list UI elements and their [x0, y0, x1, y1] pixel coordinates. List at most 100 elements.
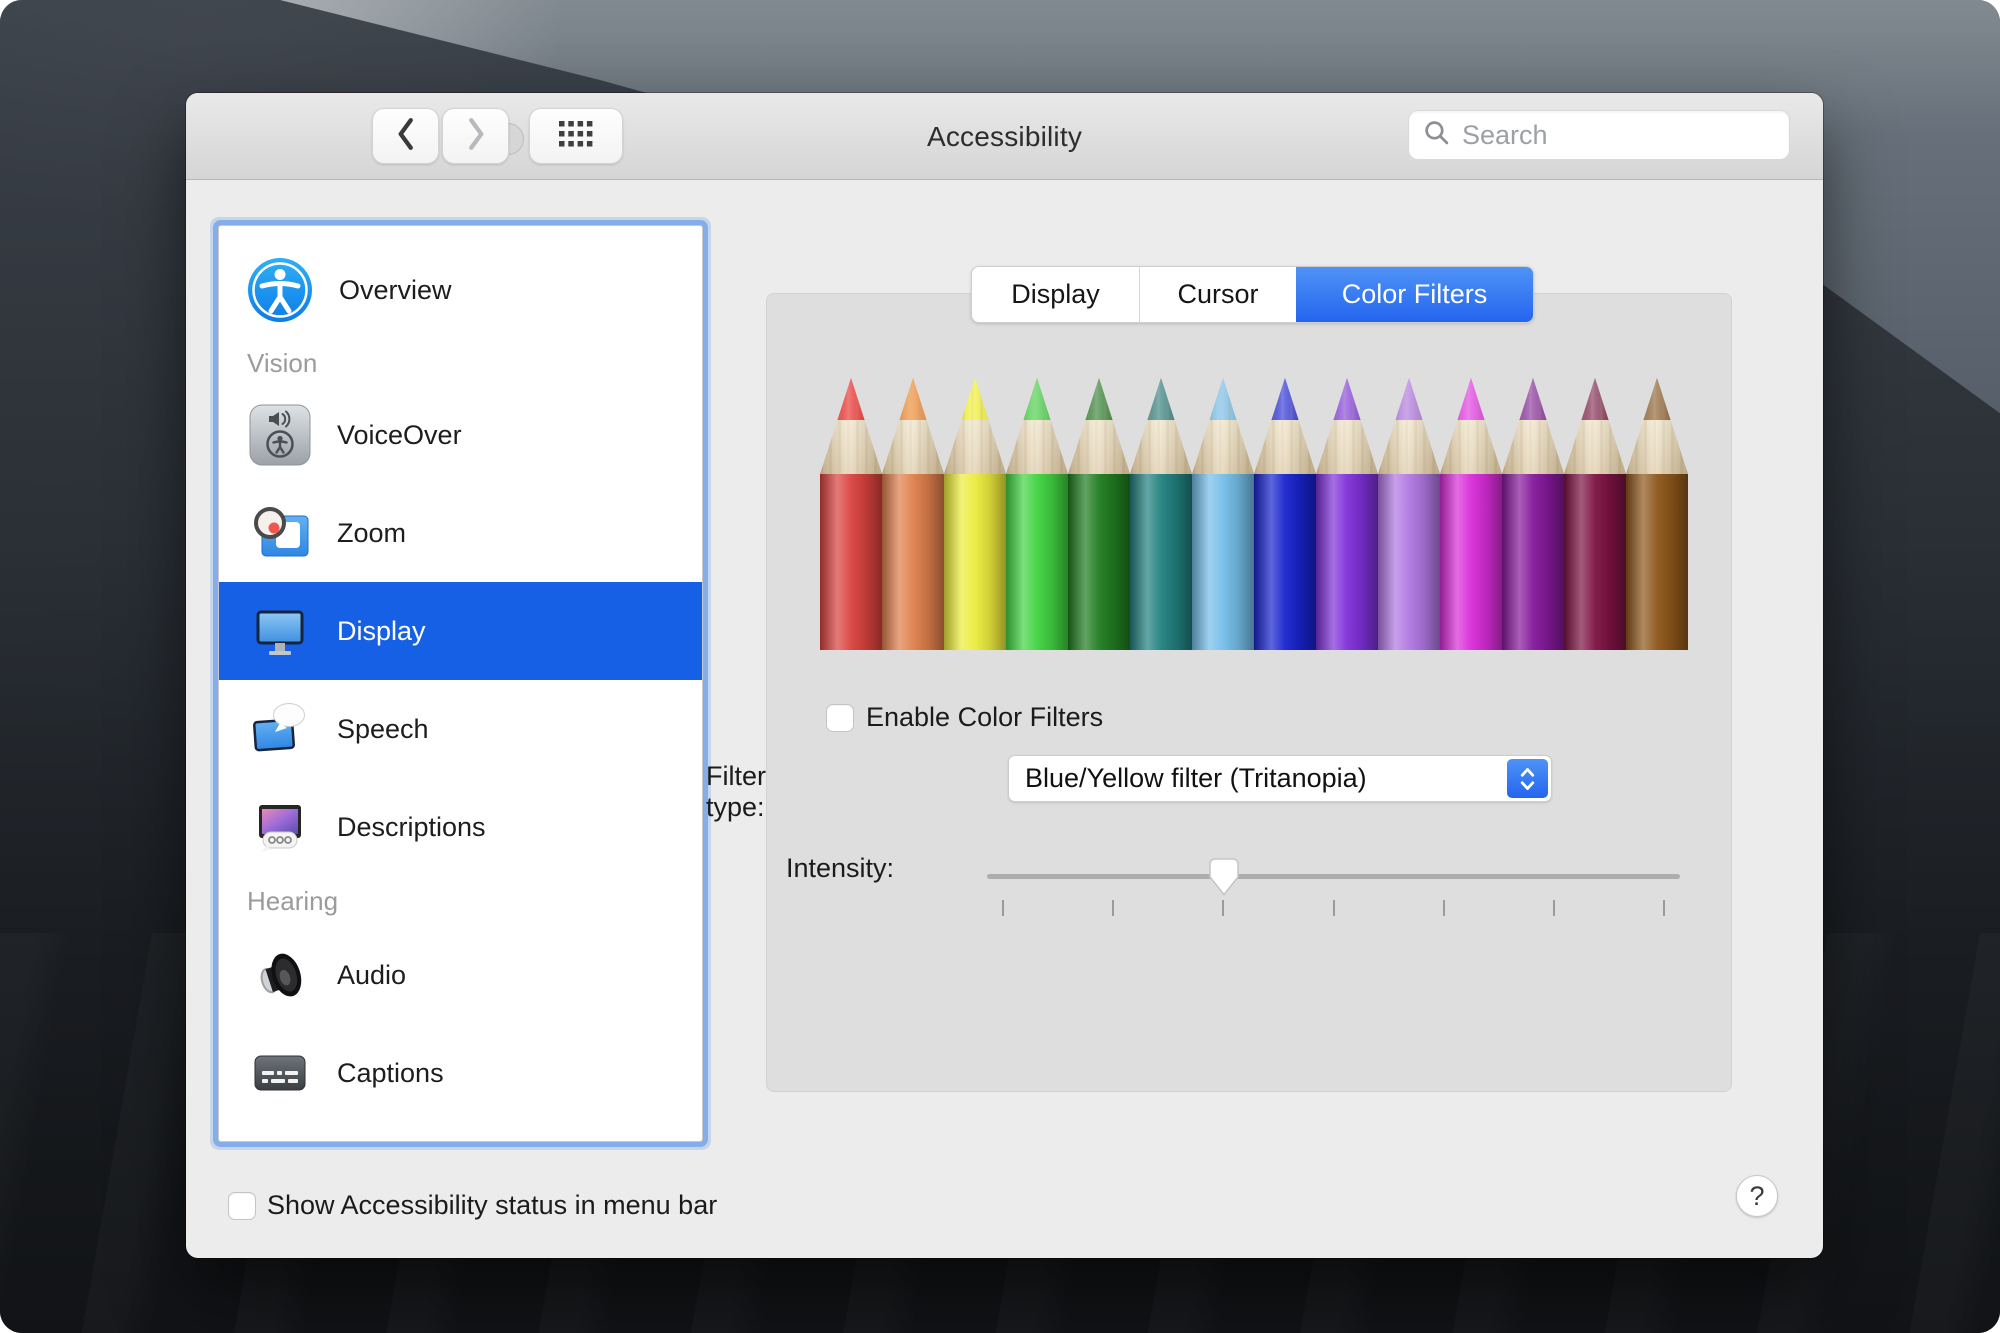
back-button[interactable] [372, 108, 439, 164]
enable-color-filters-label: Enable Color Filters [866, 702, 1103, 733]
enable-color-filters-checkbox[interactable] [826, 704, 854, 732]
pencil-teal [1130, 378, 1192, 650]
sidebar-item-display[interactable]: Display [219, 582, 702, 680]
pencil-body [1006, 474, 1068, 650]
zoom-feature-icon [249, 502, 311, 564]
pencil-body [1378, 474, 1440, 650]
intensity-slider-thumb[interactable] [1209, 858, 1239, 896]
search-field[interactable] [1408, 110, 1790, 160]
sidebar-item-label: Captions [337, 1058, 444, 1089]
intensity-label: Intensity: [786, 853, 950, 884]
pencil-body [1254, 474, 1316, 650]
pencil-cone [1564, 378, 1626, 474]
pencil-body [1130, 474, 1192, 650]
tab-cursor[interactable]: Cursor [1140, 267, 1296, 322]
sidebar-item-speech[interactable]: Speech [219, 680, 702, 778]
pencil-cone [1440, 378, 1502, 474]
sidebar-section-vision: Vision [219, 340, 702, 386]
pencil-body [882, 474, 944, 650]
desktop-wallpaper: Accessibility [0, 0, 2000, 1333]
descriptions-icon [249, 796, 311, 858]
search-icon [1423, 119, 1450, 151]
pencil-brown [1626, 378, 1688, 650]
slider-tick [1553, 900, 1555, 916]
pencil-body [1626, 474, 1688, 650]
search-input[interactable] [1460, 119, 1818, 152]
pencil-body [820, 474, 882, 650]
pencil-body [1068, 474, 1130, 650]
sidebar-item-label: VoiceOver [337, 420, 462, 451]
intensity-slider[interactable] [987, 838, 1680, 918]
filter-type-value: Blue/Yellow filter (Tritanopia) [1025, 763, 1367, 794]
pencil-sky-blue [1192, 378, 1254, 650]
sidebar-item-label: Descriptions [337, 812, 486, 843]
sidebar-item-descriptions[interactable]: Descriptions [219, 778, 702, 876]
help-button[interactable]: ? [1736, 1175, 1778, 1217]
sidebar-item-label: Overview [339, 275, 452, 306]
pencil-body [1502, 474, 1564, 650]
pencil-body [1316, 474, 1378, 650]
display-icon [249, 600, 311, 662]
filter-type-label: Filter type: [706, 761, 766, 823]
colored-pencils-preview-image [820, 378, 1688, 650]
popup-stepper-icon [1507, 759, 1548, 798]
sidebar-item-captions[interactable]: Captions [219, 1024, 702, 1122]
slider-tick [1002, 900, 1004, 916]
slider-tick [1222, 900, 1224, 916]
accessibility-overview-icon [247, 257, 313, 323]
pencil-violet [1316, 378, 1378, 650]
pencil-green [1006, 378, 1068, 650]
filter-type-row: Filter type: Blue/Yellow filter (Tritano… [786, 755, 1586, 802]
speech-icon [249, 698, 311, 760]
filter-type-popup[interactable]: Blue/Yellow filter (Tritanopia) [1008, 755, 1552, 802]
sidebar-item-label: Audio [337, 960, 406, 991]
pencil-dark-green [1068, 378, 1130, 650]
forward-button[interactable] [442, 108, 509, 164]
pencil-body [944, 474, 1006, 650]
pencil-cone [1130, 378, 1192, 474]
sidebar-item-label: Display [337, 616, 426, 647]
sidebar-item-label: Zoom [337, 518, 406, 549]
tab-color-filters[interactable]: Color Filters [1296, 267, 1533, 322]
sidebar-item-label: Speech [337, 714, 429, 745]
voiceover-icon [249, 404, 311, 466]
pencil-cone [944, 378, 1006, 474]
slider-track[interactable] [987, 874, 1680, 879]
show-all-grid-button[interactable] [529, 108, 623, 164]
accessibility-preferences-window: Accessibility [186, 93, 1823, 1258]
sidebar: Overview Vision [218, 225, 703, 1142]
pencil-cone [820, 378, 882, 474]
pencil-red [820, 378, 882, 650]
pencil-body [1564, 474, 1626, 650]
chevron-left-icon [395, 117, 417, 156]
pencil-magenta [1440, 378, 1502, 650]
captions-icon [249, 1042, 311, 1104]
sidebar-item-audio[interactable]: Audio [219, 926, 702, 1024]
pencil-yellow [944, 378, 1006, 650]
title-bar[interactable]: Accessibility [186, 93, 1823, 180]
pencil-cone [1254, 378, 1316, 474]
sidebar-item-zoom[interactable]: Zoom [219, 484, 702, 582]
pencil-cone [882, 378, 944, 474]
question-mark-icon: ? [1749, 1181, 1764, 1212]
sidebar-item-voiceover[interactable]: VoiceOver [219, 386, 702, 484]
tab-display[interactable]: Display [972, 267, 1140, 322]
pencil-blue [1254, 378, 1316, 650]
audio-speaker-icon [249, 944, 311, 1006]
show-accessibility-status-checkbox[interactable] [228, 1192, 256, 1220]
pencil-cone [1316, 378, 1378, 474]
pane-tabs: Display Cursor Color Filters [971, 266, 1534, 323]
pencil-orange [882, 378, 944, 650]
slider-tick [1333, 900, 1335, 916]
sidebar-section-hearing: Hearing [219, 876, 702, 926]
slider-tick [1663, 900, 1665, 916]
slider-tick [1112, 900, 1114, 916]
pencil-cone [1006, 378, 1068, 474]
pencil-cone [1502, 378, 1564, 474]
sidebar-item-overview[interactable]: Overview [219, 240, 702, 340]
pencil-plum [1502, 378, 1564, 650]
pencil-cone [1068, 378, 1130, 474]
slider-tick [1443, 900, 1445, 916]
chevron-right-icon [465, 117, 487, 156]
pencil-cone [1626, 378, 1688, 474]
